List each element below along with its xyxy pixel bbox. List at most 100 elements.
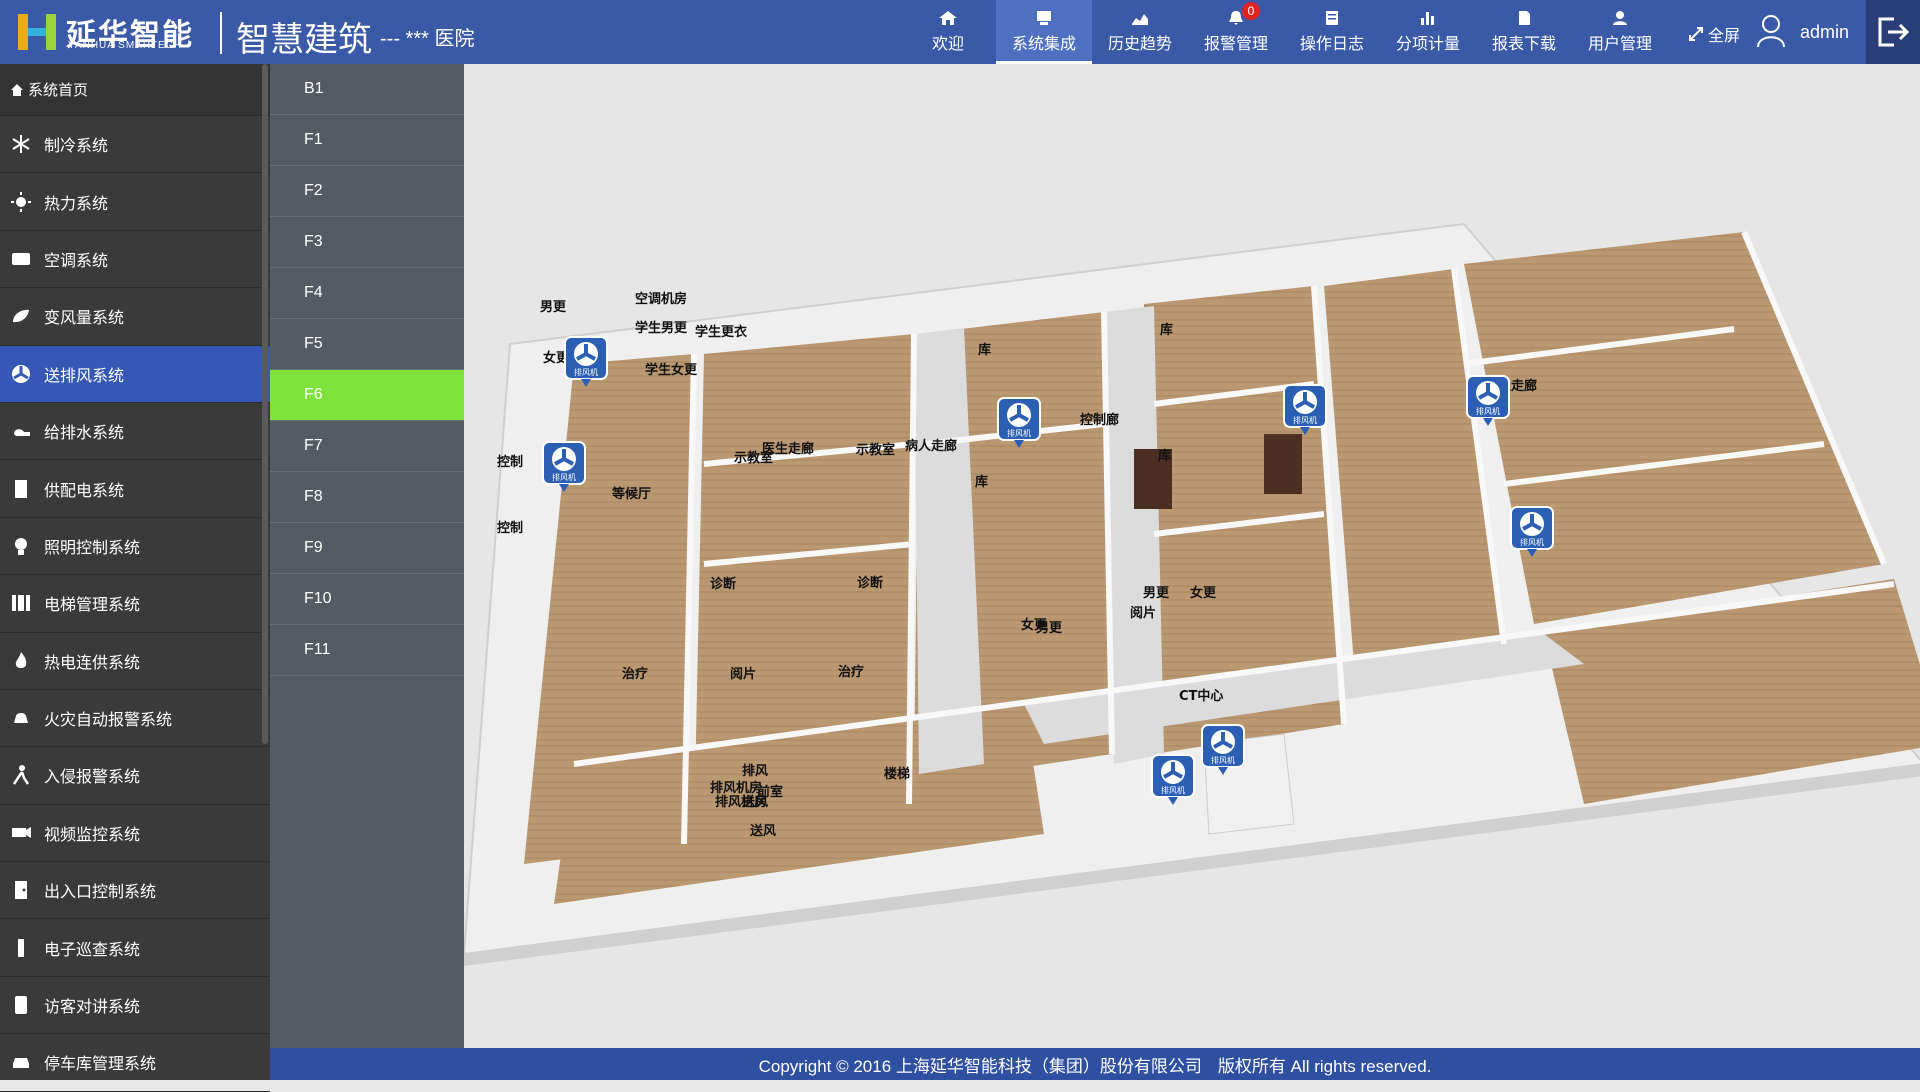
exhaust-fan-marker[interactable]: 排风机: [541, 440, 587, 492]
floor-item-f2[interactable]: F2: [270, 166, 464, 217]
home-icon: [939, 11, 957, 25]
exhaust-fan-marker[interactable]: 排风机: [563, 335, 609, 387]
sidebar-home[interactable]: 系统首页: [0, 64, 270, 116]
room-label: 男更: [1036, 621, 1063, 636]
floor-item-f6[interactable]: F6: [270, 370, 464, 421]
sidebar-scrollbar[interactable]: [262, 64, 268, 744]
sidebar-item-10[interactable]: 火灾自动报警系统: [0, 690, 270, 748]
room-label: 诊断: [710, 576, 736, 592]
room-label: 女更: [1190, 585, 1217, 601]
sidebar-item-4[interactable]: 送排风系统: [0, 345, 270, 403]
sidebar-item-7[interactable]: 照明控制系统: [0, 518, 270, 576]
floor-item-f8[interactable]: F8: [270, 472, 464, 523]
username: admin: [1800, 22, 1850, 42]
chart-icon: [1132, 14, 1148, 25]
nav-sub-metering[interactable]: 分项计量: [1380, 0, 1476, 64]
sidebar-item-label: 访客对讲系统: [44, 999, 141, 1017]
sidebar-item-2[interactable]: 空调系统: [0, 231, 270, 289]
fan-label: 排风机: [1476, 406, 1500, 416]
sidebar-home-label: 系统首页: [28, 82, 89, 99]
floor-item-f10[interactable]: F10: [270, 574, 464, 625]
room-label: 医生走廊: [762, 441, 814, 457]
brand-name-en: YANHUA SMARTECH: [68, 40, 183, 51]
sidebar-item-label: 照明控制系统: [44, 539, 141, 557]
water-icon: [14, 429, 30, 437]
sidebar-item-15[interactable]: 访客对讲系统: [0, 977, 270, 1035]
floor-item-f11[interactable]: F11: [270, 625, 464, 676]
floor-item-b1[interactable]: B1: [270, 64, 464, 115]
home-icon: [11, 83, 23, 96]
fan-label: 排风机: [1293, 415, 1317, 425]
fan-label: 排风机: [1161, 785, 1185, 795]
room-label: 阅片: [730, 666, 756, 682]
sidebar-item-3[interactable]: 变风量系统: [0, 288, 270, 346]
floor-item-f9[interactable]: F9: [270, 523, 464, 574]
sidebar-item-0[interactable]: 制冷系统: [0, 116, 270, 174]
sidebar-item-12[interactable]: 视频监控系统: [0, 805, 270, 863]
expand-icon: [1689, 27, 1703, 41]
room-label: 控制: [497, 454, 523, 470]
nav-history-trend[interactable]: 历史趋势: [1092, 0, 1188, 64]
room-label: 库: [975, 474, 988, 490]
sidebar-item-label: 空调系统: [44, 252, 109, 270]
top-bar: 延华智能 YANHUA SMARTECH 智慧建筑 --- *** 医院 欢迎 …: [0, 0, 1920, 64]
fullscreen-button[interactable]: 全屏: [1688, 22, 1740, 46]
alarm-count-badge: 0: [1242, 2, 1260, 20]
exhaust-fan-marker[interactable]: 排风机: [1509, 505, 1555, 557]
exhaust-fan-marker[interactable]: 排风机: [1465, 374, 1511, 426]
sidebar-item-9[interactable]: 热电连供系统: [0, 633, 270, 690]
nav-user-management[interactable]: 用户管理: [1572, 0, 1668, 64]
log-icon: [1326, 11, 1338, 25]
sidebar-item-1[interactable]: 热力系统: [0, 173, 270, 231]
room-label: 阅片: [1130, 605, 1156, 621]
sidebar-item-11[interactable]: 入侵报警系统: [0, 747, 270, 805]
floor-item-f4[interactable]: F4: [270, 268, 464, 319]
room-label: 病人走廊: [905, 438, 957, 454]
room-label: 学生男更: [635, 320, 688, 336]
floor-item-f7[interactable]: F7: [270, 421, 464, 472]
nav-label: 分项计量: [1395, 36, 1460, 53]
user-avatar-icon[interactable]: [1756, 14, 1786, 48]
exhaust-fan-icon: 排风机: [564, 336, 608, 387]
exhaust-fan-marker[interactable]: 排风机: [1282, 383, 1328, 435]
sidebar-item-6[interactable]: 供配电系统: [0, 460, 270, 518]
exhaust-fan-icon: 排风机: [1151, 754, 1195, 805]
exhaust-fan-marker[interactable]: 排风机: [996, 396, 1042, 448]
exhaust-fan-marker[interactable]: 排风机: [1200, 723, 1246, 775]
sidebar-item-16[interactable]: 停车库管理系统: [0, 1034, 270, 1092]
nav-welcome[interactable]: 欢迎: [900, 0, 996, 64]
floor-item-f1[interactable]: F1: [270, 115, 464, 166]
sidebar-item-label: 供配电系统: [44, 482, 125, 500]
nav-system-integration[interactable]: 系统集成: [996, 0, 1092, 64]
nav-alarm-management[interactable]: 报警管理 0: [1188, 0, 1284, 64]
floor-item-f5[interactable]: F5: [270, 319, 464, 370]
room-label: 排风机房: [710, 780, 762, 796]
room-label: 库: [1158, 448, 1171, 464]
exhaust-fan-marker[interactable]: 排风机: [1150, 753, 1196, 805]
room-label: 治疗: [838, 664, 864, 680]
sidebar-item-13[interactable]: 出入口控制系统: [0, 862, 270, 920]
sidebar-item-8[interactable]: 电梯管理系统: [0, 575, 270, 633]
fan-label: 排风机: [574, 367, 598, 377]
floor-item-f3[interactable]: F3: [270, 217, 464, 268]
nav-report-download[interactable]: 报表下载: [1476, 0, 1572, 64]
room-label: 控制廊: [1080, 412, 1119, 428]
room-label: 学生女更: [645, 362, 698, 378]
room-label: 治疗: [622, 666, 648, 682]
sidebar-item-label: 火灾自动报警系统: [44, 712, 173, 730]
floor-plan-view[interactable]: 空调机房学生男更学生女更男更女更学生更衣设备间设备间控制控制控制控制地下夹层屋顶…: [67, 64, 1920, 1048]
sidebar-item-14[interactable]: 电子巡查系统: [0, 919, 270, 977]
room-label: 排风机房: [715, 794, 767, 810]
room-label: 等候厅: [611, 486, 651, 502]
yanhua-logo-icon: [18, 14, 56, 50]
room-label: 诊断: [857, 575, 883, 591]
logout-button[interactable]: [1866, 0, 1920, 64]
exhaust-fan-icon: 排风机: [1201, 724, 1245, 775]
sidebar-item-label: 停车库管理系统: [44, 1056, 157, 1074]
logout-icon: [1878, 17, 1910, 47]
sidebar-item-5[interactable]: 给排水系统: [0, 403, 270, 461]
power-icon: [15, 479, 27, 498]
exhaust-fan-icon: 排风机: [1283, 384, 1327, 435]
nav-operation-log[interactable]: 操作日志: [1284, 0, 1380, 64]
fan-icon: [12, 364, 30, 383]
